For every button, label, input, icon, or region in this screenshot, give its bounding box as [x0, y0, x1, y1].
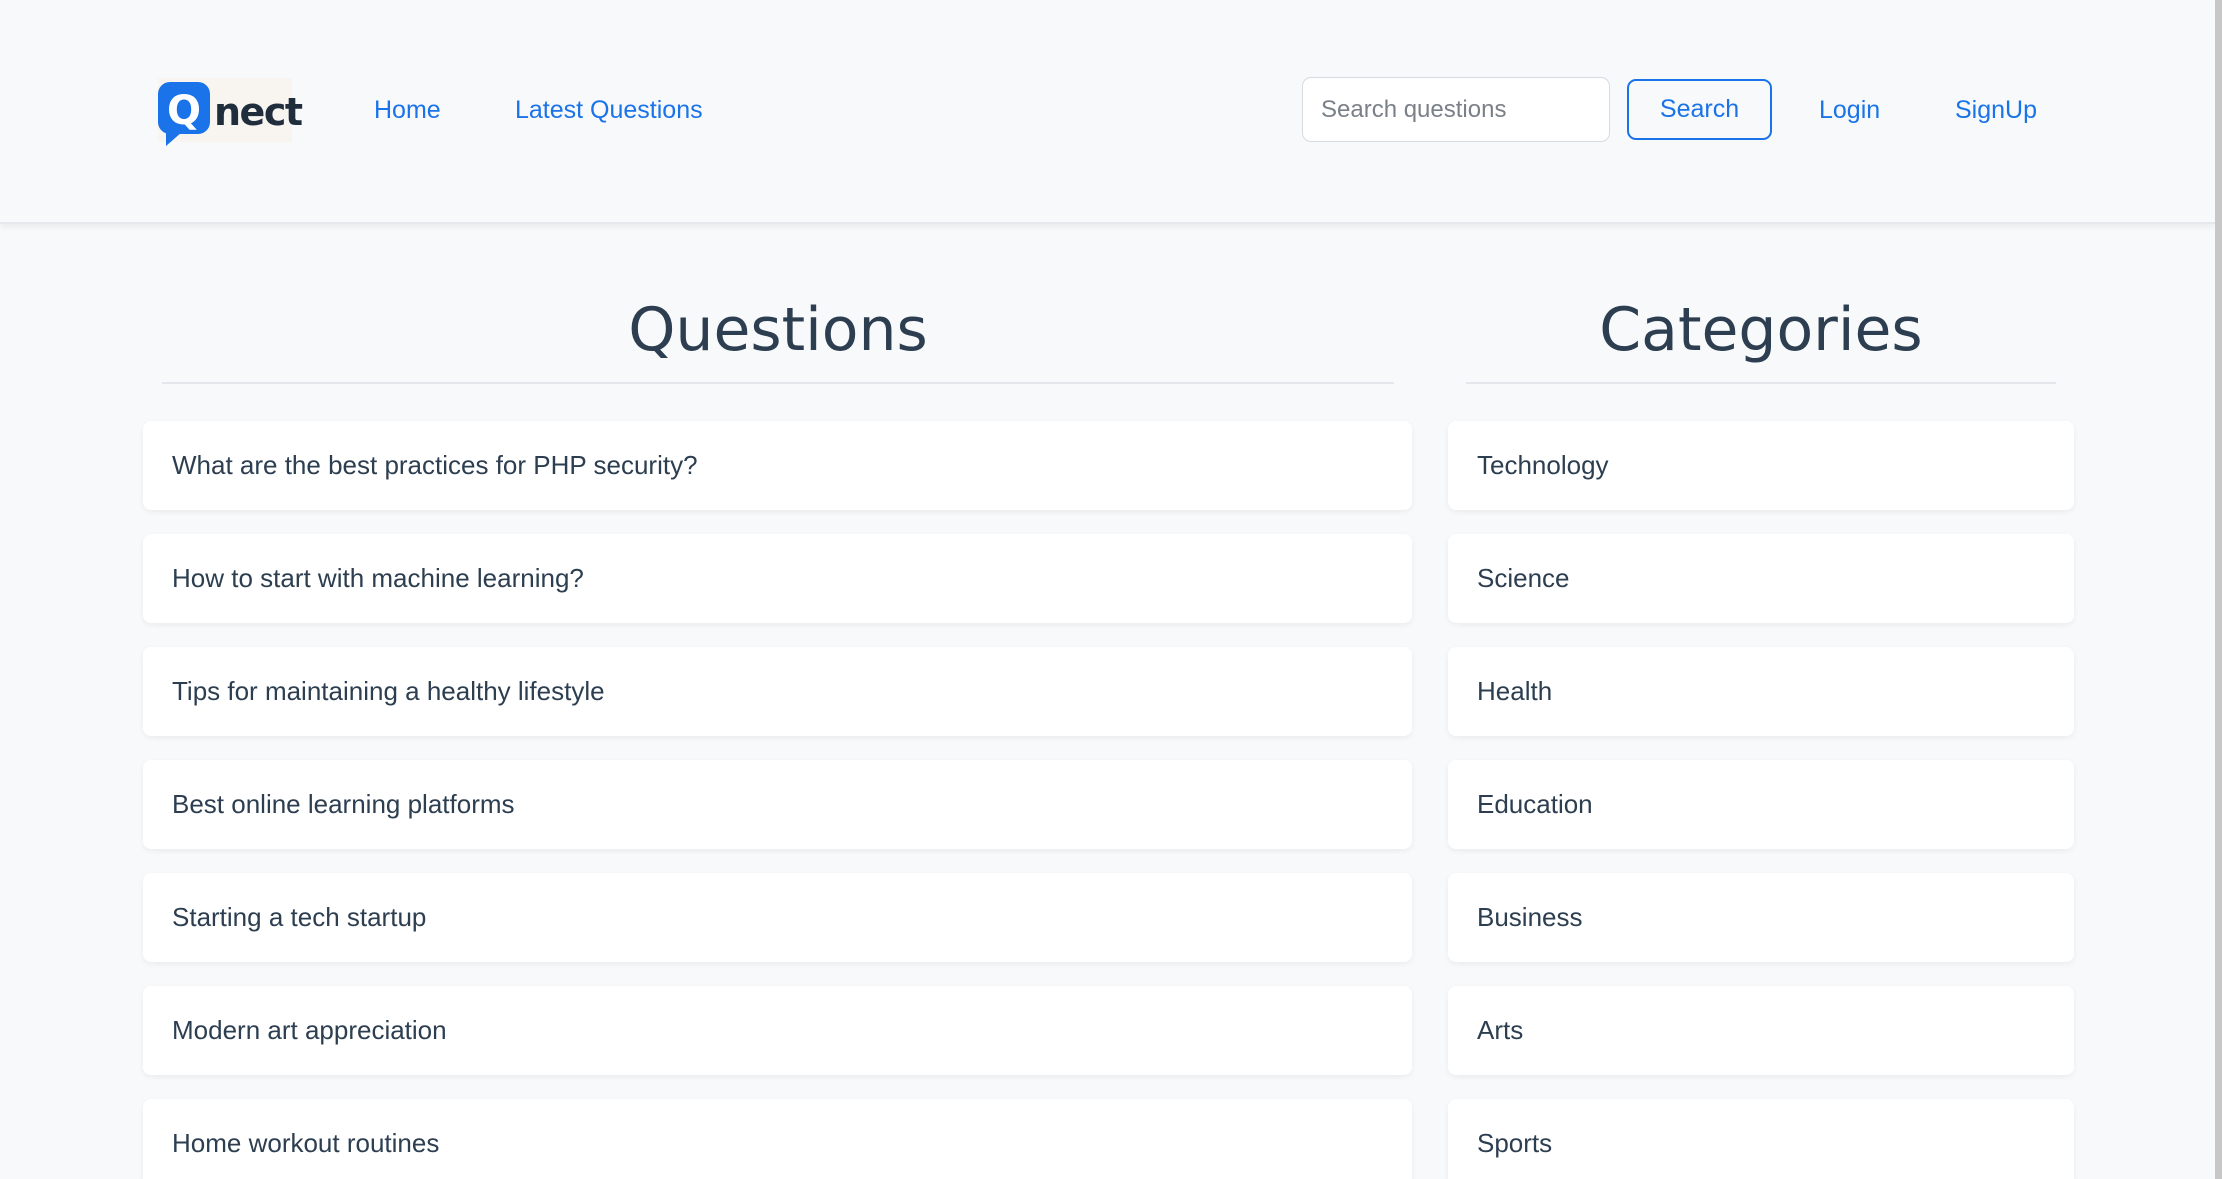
page: Q nect Home Latest Questions Search Logi… — [0, 0, 2222, 1179]
category-label: Arts — [1477, 1015, 1524, 1045]
category-item[interactable]: Technology — [1448, 421, 2074, 510]
questions-list: What are the best practices for PHP secu… — [143, 421, 1412, 1179]
question-item[interactable]: Modern art appreciation — [143, 986, 1412, 1075]
navbar: Q nect Home Latest Questions Search Logi… — [0, 0, 2215, 224]
category-item[interactable]: Business — [1448, 873, 2074, 962]
category-item[interactable]: Science — [1448, 534, 2074, 623]
categories-list: Technology Science Health Education Busi… — [1448, 421, 2074, 1179]
category-label: Sports — [1477, 1128, 1553, 1158]
question-item[interactable]: Home workout routines — [143, 1099, 1412, 1179]
category-label: Education — [1477, 789, 1593, 819]
category-item[interactable]: Health — [1448, 647, 2074, 736]
category-label: Health — [1477, 676, 1553, 706]
nav-latest-questions-link[interactable]: Latest Questions — [515, 92, 703, 128]
category-label: Science — [1477, 563, 1570, 593]
question-title: What are the best practices for PHP secu… — [172, 450, 698, 480]
question-title: Home workout routines — [172, 1128, 440, 1158]
logo-letter: Q — [167, 88, 201, 134]
login-link[interactable]: Login — [1819, 92, 1880, 128]
site-logo[interactable]: Q nect — [158, 78, 303, 146]
nav-home-link[interactable]: Home — [374, 92, 441, 128]
question-title: How to start with machine learning? — [172, 563, 584, 593]
category-item[interactable]: Education — [1448, 760, 2074, 849]
categories-divider — [1466, 382, 2056, 384]
question-item[interactable]: How to start with machine learning? — [143, 534, 1412, 623]
question-title: Tips for maintaining a healthy lifestyle — [172, 676, 605, 706]
search-button[interactable]: Search — [1627, 79, 1772, 140]
questions-heading: Questions — [628, 295, 928, 365]
signup-link[interactable]: SignUp — [1955, 92, 2037, 128]
question-title: Modern art appreciation — [172, 1015, 447, 1045]
category-item[interactable]: Arts — [1448, 986, 2074, 1075]
question-item[interactable]: Best online learning platforms — [143, 760, 1412, 849]
questions-divider — [162, 382, 1394, 384]
page-scrollbar[interactable] — [2215, 0, 2222, 1179]
question-item[interactable]: Tips for maintaining a healthy lifestyle — [143, 647, 1412, 736]
question-title: Best online learning platforms — [172, 789, 515, 819]
category-item[interactable]: Sports — [1448, 1099, 2074, 1179]
search-input[interactable] — [1302, 77, 1610, 142]
scrollbar-thumb[interactable] — [2215, 0, 2222, 1179]
logo-wordmark: nect — [214, 90, 303, 134]
categories-heading: Categories — [1599, 295, 1923, 365]
question-item[interactable]: What are the best practices for PHP secu… — [143, 421, 1412, 510]
logo-speech-bubble-icon: Q — [158, 82, 212, 146]
category-label: Technology — [1477, 450, 1609, 480]
question-title: Starting a tech startup — [172, 902, 427, 932]
category-label: Business — [1477, 902, 1583, 932]
question-item[interactable]: Starting a tech startup — [143, 873, 1412, 962]
